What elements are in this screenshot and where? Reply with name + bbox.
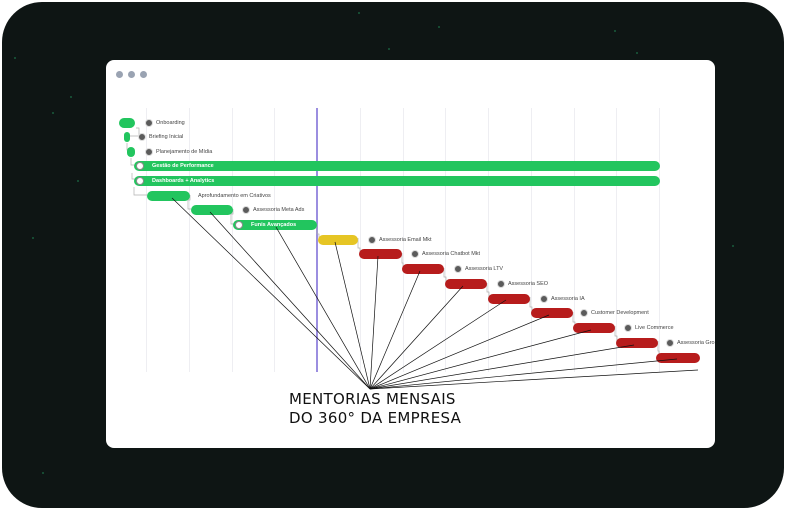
background-star — [388, 48, 390, 50]
background-star — [32, 237, 34, 239]
background-star — [438, 26, 440, 28]
caption-line: DO 360° DA EMPRESA — [289, 409, 462, 427]
annotation-caption: MENTORIAS MENSAIS DO 360° DA EMPRESA — [289, 390, 461, 428]
background-star — [614, 30, 616, 32]
background-star — [52, 112, 54, 114]
device-frame: Onboarding Briefing Inicial Planejamento… — [2, 2, 784, 508]
background-star — [732, 245, 734, 247]
background-star — [358, 12, 360, 14]
background-star — [14, 57, 16, 59]
background-star — [42, 472, 44, 474]
app-window: Onboarding Briefing Inicial Planejamento… — [106, 60, 715, 448]
background-star — [77, 180, 79, 182]
caption-line: MENTORIAS MENSAIS — [289, 390, 456, 408]
background-star — [636, 52, 638, 54]
background-star — [70, 96, 72, 98]
